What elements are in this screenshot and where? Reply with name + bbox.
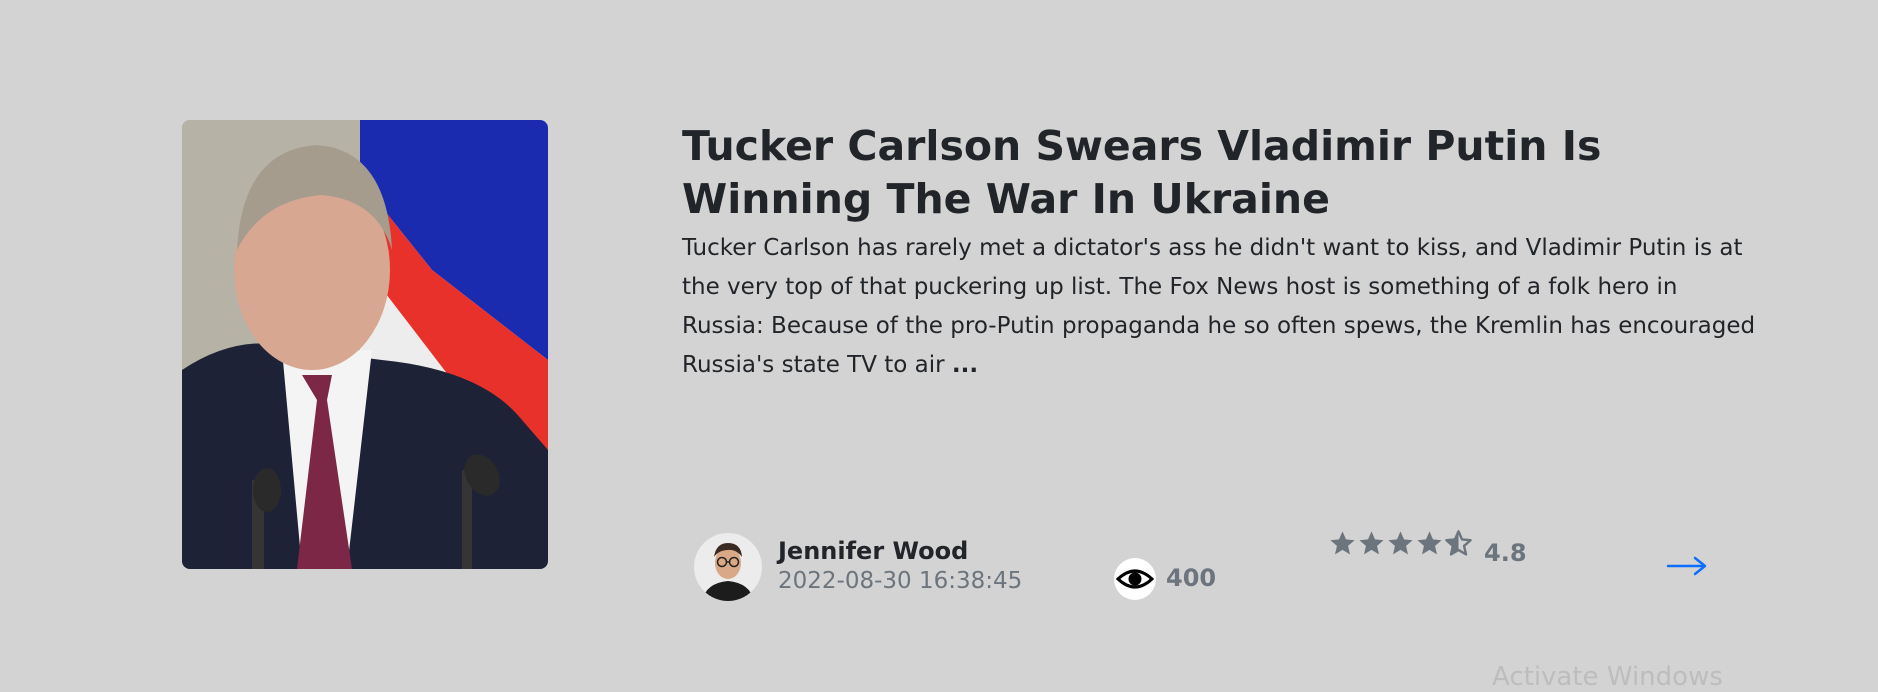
avatar-icon (694, 533, 762, 601)
author-avatar[interactable] (694, 533, 762, 601)
star-icon (1359, 531, 1384, 555)
star-icon (1388, 531, 1413, 555)
excerpt-text: Tucker Carlson has rarely met a dictator… (682, 235, 1756, 378)
rating-stars (1328, 529, 1473, 558)
article-title[interactable]: Tucker Carlson Swears Vladimir Putin Is … (682, 120, 1762, 226)
publish-date: 2022-08-30 16:38:45 (778, 568, 1023, 594)
activate-windows-watermark: Activate Windows (1492, 662, 1723, 692)
star-icon (1330, 531, 1355, 555)
eye-icon (1114, 558, 1156, 600)
arrow-right-icon[interactable] (1666, 553, 1708, 579)
article-excerpt: Tucker Carlson has rarely met a dictator… (682, 229, 1762, 385)
star-half-icon (1445, 530, 1472, 556)
author-name[interactable]: Jennifer Wood (778, 537, 968, 565)
excerpt-ellipsis[interactable]: ... (952, 352, 978, 378)
article-photo (182, 120, 548, 569)
star-icon (1417, 531, 1442, 555)
rating-value: 4.8 (1484, 539, 1527, 567)
article-thumbnail[interactable] (182, 120, 548, 569)
view-count: 400 (1166, 564, 1217, 592)
